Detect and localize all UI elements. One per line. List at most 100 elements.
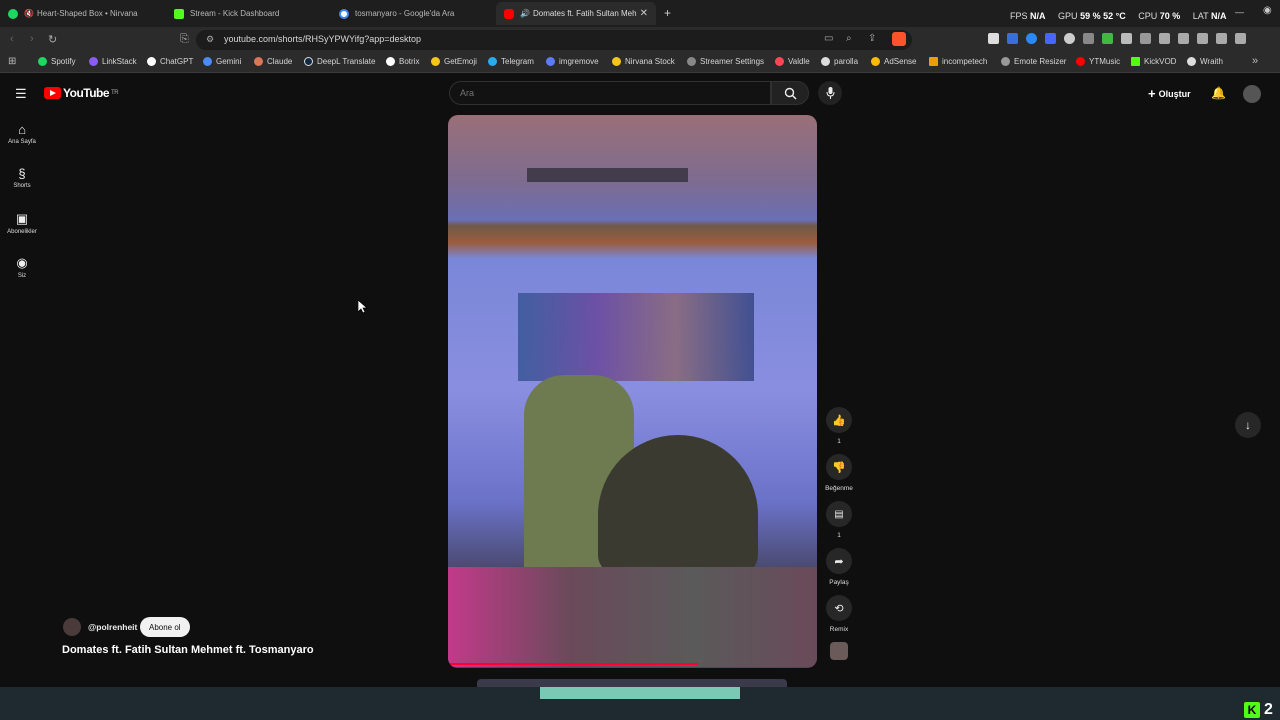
cast-icon[interactable]: ▭	[824, 33, 833, 44]
home-icon: ⌂	[18, 122, 26, 137]
split-view-icon[interactable]	[1178, 33, 1189, 44]
extension-icon[interactable]	[1064, 33, 1075, 44]
bookmark-streamer-settings[interactable]: Streamer Settings	[687, 57, 764, 66]
voice-search-button[interactable]	[818, 81, 842, 105]
lat-label: LAT	[1192, 11, 1209, 21]
bookmark-wraith[interactable]: Wraith	[1187, 57, 1223, 66]
menu-icon[interactable]	[1235, 33, 1246, 44]
kick-overlay-badge: K 2	[1244, 701, 1273, 719]
sidebar-item-you[interactable]: ◉ Siz	[0, 255, 44, 279]
shorts-video-player[interactable]	[448, 115, 817, 668]
extension-icon[interactable]	[1007, 33, 1018, 44]
close-tab-icon[interactable]: ✕	[640, 8, 648, 19]
bookmark-spotify[interactable]: Spotify	[38, 57, 75, 66]
zoom-icon[interactable]: ⌕	[846, 33, 852, 44]
bookmark-label: Valdle	[788, 57, 810, 66]
bookmark-emote-resizer[interactable]: Emote Resizer	[1001, 57, 1066, 66]
bookmark-botrix[interactable]: Botrix	[386, 57, 419, 66]
sidebar-item-subscriptions[interactable]: ▣ Abonelikler	[0, 211, 44, 235]
bookmark-label: Nirvana Stock	[625, 57, 675, 66]
video-progress-bar[interactable]	[448, 663, 698, 665]
bookmark-kickvod[interactable]: KickVOD	[1131, 57, 1176, 66]
bookmark-getemoji[interactable]: GetEmoji	[431, 57, 477, 66]
youtube-icon	[504, 8, 514, 19]
bookmark-claude[interactable]: Claude	[254, 57, 292, 66]
bookmark-chatgpt[interactable]: ChatGPT	[147, 57, 193, 66]
kick-count: 2	[1264, 701, 1273, 718]
channel-avatar[interactable]	[63, 618, 81, 636]
hamburger-menu-icon[interactable]: ☰	[15, 86, 27, 102]
sidebar-icon[interactable]	[1140, 33, 1151, 44]
avatar[interactable]	[1243, 85, 1261, 103]
extension-icon[interactable]	[1026, 33, 1037, 44]
bookmark-nirvana-stock[interactable]: Nirvana Stock	[612, 57, 675, 66]
new-tab-icon[interactable]: +	[664, 6, 671, 20]
next-short-button[interactable]: ↓	[1235, 412, 1261, 438]
youtube-play-icon	[44, 87, 61, 99]
tab-google-search[interactable]: tosmanyaro - Google'da Ara	[331, 2, 496, 25]
back-icon[interactable]: ‹	[10, 33, 14, 45]
bookmark-imgremove[interactable]: imgremove	[546, 57, 599, 66]
puzzle-icon[interactable]	[1121, 33, 1132, 44]
more-bookmarks-icon[interactable]: »	[1252, 55, 1258, 67]
bookmark-gemini[interactable]: Gemini	[203, 57, 241, 66]
mouse-cursor-icon	[358, 300, 368, 314]
create-button[interactable]: + Oluştur	[1148, 86, 1191, 101]
extension-icon[interactable]	[1102, 33, 1113, 44]
bookmark-label: Streamer Settings	[700, 57, 765, 66]
user-icon: ◉	[16, 255, 28, 270]
remix-button[interactable]: ⟲	[826, 595, 852, 621]
folder-icon	[929, 57, 938, 66]
notifications-bell-icon[interactable]: 🔔	[1211, 86, 1226, 100]
like-button[interactable]: 👍	[826, 407, 852, 433]
share-button[interactable]: ➦	[826, 548, 852, 574]
kick-icon	[1131, 57, 1140, 66]
sound-thumbnail[interactable]	[830, 642, 848, 660]
bookmark-linkstack[interactable]: LinkStack	[89, 57, 137, 66]
reload-icon[interactable]: ↻	[48, 33, 57, 46]
extension-icon[interactable]	[1083, 33, 1094, 44]
arrow-down-icon: ↓	[1245, 418, 1251, 432]
youtube-logo[interactable]: YouTube TR	[44, 86, 119, 100]
window-control-icon[interactable]: ◉	[1263, 5, 1272, 16]
search-button[interactable]	[771, 81, 809, 105]
video-title[interactable]: Domates ft. Fatih Sultan Mehmet ft. Tosm…	[62, 644, 314, 656]
tab-youtube-short[interactable]: 🔊 Domates ft. Fatih Sultan Meh ✕	[496, 2, 656, 25]
extension-icon[interactable]	[1045, 33, 1056, 44]
subscribe-button[interactable]: Abone ol	[140, 617, 190, 637]
bookmark-incompetech[interactable]: incompetech	[929, 57, 987, 66]
wallet-icon[interactable]	[1197, 33, 1208, 44]
dislike-button[interactable]: 👎	[826, 454, 852, 480]
forward-icon[interactable]: ›	[30, 33, 34, 45]
comments-button[interactable]: ▤	[826, 501, 852, 527]
linkstack-icon	[89, 57, 98, 66]
tab-kick-dashboard[interactable]: Stream - Kick Dashboard	[166, 2, 331, 25]
music-icon[interactable]	[1159, 33, 1170, 44]
search-input[interactable]	[450, 82, 770, 104]
bookmark-parolla[interactable]: parolla	[821, 57, 858, 66]
bookmark-deepl[interactable]: DeepL Translate	[304, 57, 375, 66]
site-info-icon[interactable]: ⚙	[206, 34, 214, 45]
bookmark-icon[interactable]: ⎘	[180, 33, 189, 46]
tab-spotify[interactable]: 🔇 Heart-Shaped Box • Nirvana	[0, 2, 165, 25]
sidebar-item-shorts[interactable]: § Shorts	[0, 166, 44, 189]
minimize-icon[interactable]: —	[1235, 7, 1244, 17]
url-field[interactable]: ⚙ youtube.com/shorts/RHSyYPWYifg?app=des…	[196, 30, 912, 50]
lat-value: N/A	[1210, 11, 1227, 21]
ytmusic-icon	[1076, 57, 1085, 66]
bookmark-label: Spotify	[51, 57, 76, 66]
video-caption-overlay	[527, 168, 688, 182]
extension-icon[interactable]	[988, 33, 999, 44]
bookmark-ytmusic[interactable]: YTMusic	[1076, 57, 1120, 66]
sidebar-item-home[interactable]: ⌂ Ana Sayfa	[0, 122, 44, 145]
apps-grid-icon[interactable]: ⊞	[8, 56, 16, 67]
bookmark-telegram[interactable]: Telegram	[488, 57, 534, 66]
brave-shield-icon[interactable]	[892, 32, 906, 46]
mute-icon: 🔇	[24, 9, 34, 18]
channel-handle[interactable]: @polrenheit	[88, 622, 137, 632]
bookmark-valdle[interactable]: Valdle	[775, 57, 810, 66]
profile-icon[interactable]	[1216, 33, 1227, 44]
bookmark-adsense[interactable]: AdSense	[871, 57, 916, 66]
share-icon[interactable]: ⇪	[868, 33, 876, 44]
video-wall-art	[518, 293, 754, 381]
